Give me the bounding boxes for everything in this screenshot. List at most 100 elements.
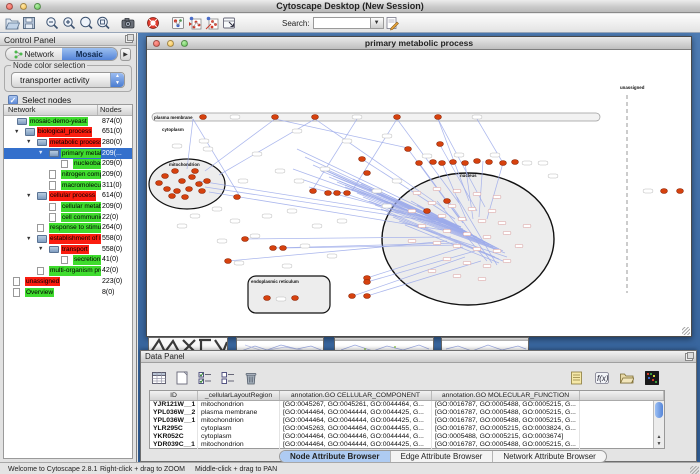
node-label[interactable] — [238, 179, 248, 183]
net-minimize-button[interactable] — [167, 40, 174, 47]
node-label[interactable] — [448, 204, 456, 207]
minimized-window-thumbnail[interactable] — [441, 337, 529, 351]
table-row[interactable]: YPL036W__2plasma membrane[GO:0044464, GO… — [150, 409, 664, 417]
node[interactable] — [264, 296, 271, 301]
table-scrollbar[interactable]: ▲▼ — [653, 401, 664, 448]
node-label[interactable] — [190, 214, 200, 218]
network-canvas[interactable]: plasma membranecytoplasmmitochondrionnuc… — [147, 51, 691, 338]
node[interactable] — [416, 161, 423, 166]
node[interactable] — [424, 209, 431, 214]
node-label[interactable] — [276, 297, 286, 301]
expand-arrow-icon[interactable]: ▼ — [26, 193, 31, 199]
node[interactable] — [334, 191, 341, 196]
node-label[interactable] — [408, 239, 416, 242]
node[interactable] — [204, 179, 211, 184]
node[interactable] — [270, 246, 277, 251]
tree-item-primary-metab[interactable]: ▼primary metab209(... — [4, 148, 132, 159]
node[interactable] — [189, 175, 196, 180]
table-row[interactable]: YJR121W__1mitochondrion[GO:0045267, GO:0… — [150, 401, 664, 409]
node-label[interactable] — [493, 195, 501, 198]
minimized-window-thumbnail[interactable] — [334, 337, 434, 351]
node-label[interactable] — [453, 189, 461, 192]
node[interactable] — [661, 189, 668, 194]
node-label[interactable] — [382, 134, 392, 138]
node-label[interactable] — [428, 269, 436, 272]
node-label[interactable] — [503, 231, 511, 234]
column-header[interactable]: annotation.GO CELLULAR_COMPONENT — [280, 391, 432, 400]
node-label[interactable] — [515, 244, 523, 247]
node-label[interactable] — [418, 224, 426, 227]
node[interactable] — [174, 189, 181, 194]
node-label[interactable] — [523, 224, 531, 227]
node[interactable] — [162, 174, 169, 179]
node-label[interactable] — [262, 214, 272, 218]
node-label[interactable] — [352, 115, 362, 119]
zoom-selected-icon[interactable] — [78, 15, 95, 31]
node-label[interactable] — [433, 187, 441, 190]
column-header[interactable]: _cellularLayoutRegion — [198, 391, 280, 400]
node-label[interactable] — [287, 209, 297, 213]
node-label[interactable] — [472, 115, 482, 119]
node[interactable] — [364, 171, 371, 176]
node[interactable] — [182, 195, 189, 200]
expand-arrow-icon[interactable]: ▼ — [38, 246, 43, 252]
node-label[interactable] — [230, 115, 240, 119]
node-label[interactable] — [458, 217, 466, 220]
node-label[interactable] — [473, 192, 481, 195]
tab-scroll-right-button[interactable]: ▶ — [120, 48, 131, 61]
matrix-icon[interactable] — [642, 368, 660, 386]
node-label[interactable] — [372, 189, 382, 193]
tree-item-overview[interactable]: Overview8(0) — [4, 287, 132, 298]
node-label[interactable] — [217, 239, 227, 243]
node[interactable] — [474, 159, 481, 164]
annotate-icon[interactable] — [384, 15, 401, 31]
tree-item-macromolecule[interactable]: macromolecule311(0) — [4, 180, 132, 191]
unselect-attributes-icon[interactable] — [218, 368, 236, 386]
node-label[interactable] — [250, 234, 260, 238]
zoom-out-icon[interactable] — [44, 15, 61, 31]
delete-attribute-icon[interactable] — [241, 368, 259, 386]
node-label[interactable] — [498, 221, 506, 224]
snapshot-icon[interactable] — [120, 15, 137, 31]
node[interactable] — [325, 191, 332, 196]
window-resize-grip[interactable] — [682, 327, 690, 335]
import-attributes-icon[interactable] — [617, 368, 635, 386]
node-label[interactable] — [438, 214, 446, 217]
node-label[interactable] — [275, 169, 285, 173]
node-label[interactable] — [230, 219, 240, 223]
node[interactable] — [444, 199, 451, 204]
node-label[interactable] — [453, 244, 461, 247]
node[interactable] — [272, 115, 279, 120]
node[interactable] — [500, 161, 507, 166]
node[interactable] — [169, 194, 176, 199]
node[interactable] — [486, 160, 493, 165]
node[interactable] — [179, 179, 186, 184]
tab-mosaic[interactable]: Mosaic — [62, 48, 118, 60]
node-label[interactable] — [483, 235, 491, 238]
node-label[interactable] — [478, 219, 486, 222]
tree-item-establishment-of-lo[interactable]: ▼establishment of lo558(0) — [4, 234, 132, 245]
tab-network[interactable]: Network — [6, 48, 62, 60]
node-label[interactable] — [483, 264, 491, 267]
expand-arrow-icon[interactable]: ▼ — [26, 236, 31, 242]
search-dropdown-icon[interactable]: ▼ — [371, 17, 384, 29]
tree-item-cell-communicat[interactable]: cell communicat22(0) — [4, 212, 132, 223]
node-label[interactable] — [454, 153, 464, 157]
attribute-table-icon[interactable] — [149, 368, 167, 386]
network-link-icon[interactable] — [204, 15, 221, 31]
node-label[interactable] — [282, 264, 292, 268]
float-panel-icon[interactable] — [685, 353, 693, 361]
minimize-button[interactable] — [20, 3, 27, 10]
node-label[interactable] — [172, 144, 182, 148]
node-label[interactable] — [408, 209, 416, 212]
minimized-window-thumbnail[interactable] — [236, 337, 324, 351]
node-label[interactable] — [342, 139, 352, 143]
node[interactable] — [280, 246, 287, 251]
node-label[interactable] — [212, 207, 222, 211]
float-panel-icon[interactable] — [125, 35, 133, 43]
net-zoom-button[interactable] — [181, 40, 188, 47]
table-row[interactable]: YLR295Ccytoplasm[GO:0045263, GO:0044464,… — [150, 425, 664, 433]
tree-item-transport[interactable]: ▼transport558(0) — [4, 244, 132, 255]
network-merge-icon[interactable] — [187, 15, 204, 31]
node-label[interactable] — [294, 179, 304, 183]
